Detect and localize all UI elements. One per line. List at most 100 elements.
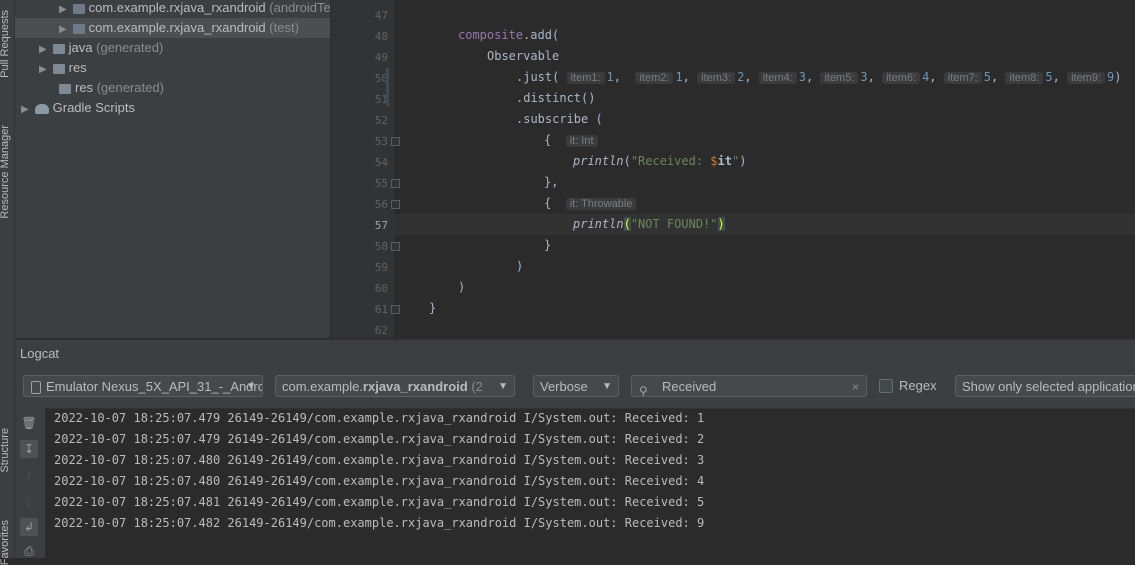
code-line-61: }	[429, 301, 437, 315]
favorites-tab[interactable]: Favorites	[0, 520, 11, 565]
fold-marker-icon[interactable]	[391, 137, 400, 146]
chevron-right-icon[interactable]: ▶	[59, 0, 69, 20]
package-folder-icon	[72, 23, 85, 34]
log-line: 2022-10-07 18:25:07.480 26149-26149/com.…	[54, 474, 705, 488]
fold-marker-icon[interactable]	[391, 179, 400, 188]
code-line-55: },	[544, 175, 559, 189]
tree-item-label: java	[68, 40, 93, 55]
package-folder-icon	[72, 3, 85, 14]
tree-item-suffix: (generated)	[96, 80, 164, 95]
log-level-select[interactable]: Verbose ▼	[533, 375, 619, 397]
structure-tab[interactable]: Structure	[0, 428, 11, 473]
print-icon[interactable]: ⎙	[20, 542, 38, 560]
scroll-to-end-icon[interactable]: ↧	[20, 440, 38, 458]
device-select[interactable]: Emulator Nexus_5X_API_31_-_Andro ▼	[23, 375, 263, 397]
line-number: 47	[374, 9, 388, 22]
code-line-49: Observable	[487, 49, 560, 63]
process-select[interactable]: com.example.rxjava_rxandroid (2 ▼	[275, 375, 515, 397]
logcat-toolbar: Emulator Nexus_5X_API_31_-_Andro ▼ com.e…	[15, 366, 1135, 409]
folder-icon	[52, 63, 65, 74]
left-tool-strip: Pull Requests Resource Manager Structure…	[0, 0, 15, 565]
filter-select-value: Show only selected application	[962, 379, 1135, 394]
code-line-57: println("NOT FOUND!")	[573, 217, 725, 231]
line-number: 50	[374, 72, 388, 85]
line-number: 62	[374, 324, 388, 337]
regex-checkbox[interactable]	[879, 379, 893, 393]
logcat-search-input[interactable]: ⚲ Received ×	[631, 375, 867, 397]
current-line-highlight	[394, 214, 1135, 235]
line-number: 52	[374, 114, 388, 127]
tree-item-suffix: (androidTest)	[269, 0, 330, 15]
phone-icon	[31, 381, 41, 394]
tree-item-res[interactable]: ▶ res	[39, 58, 87, 78]
chevron-right-icon[interactable]: ▶	[59, 20, 69, 40]
chevron-right-icon[interactable]: ▶	[39, 60, 49, 80]
code-editor[interactable]: 47 48 49 50 51 52 53 54 55 56 57 58 59 6…	[331, 0, 1135, 338]
search-value: Received	[662, 379, 717, 394]
process-prefix: com.example.	[282, 379, 363, 394]
chevron-down-icon: ▼	[246, 381, 256, 392]
line-number: 51	[374, 93, 388, 106]
tree-item-label: com.example.rxjava_rxandroid	[88, 20, 266, 35]
fold-marker-icon[interactable]	[391, 305, 400, 314]
logcat-side-toolbar: 🗑 ↧ ↑ ↓ ↲ ⎙	[15, 408, 45, 558]
regex-label: Regex	[899, 378, 937, 393]
chevron-right-icon[interactable]: ▶	[21, 100, 31, 120]
folder-icon	[59, 83, 71, 94]
chevron-down-icon: ▼	[498, 381, 508, 392]
tree-item-res-generated[interactable]: res (generated)	[49, 78, 164, 98]
up-arrow-icon[interactable]: ↑	[20, 466, 38, 484]
fold-marker-icon[interactable]	[391, 200, 400, 209]
change-marker	[386, 68, 389, 106]
logcat-panel: Logcat Emulator Nexus_5X_API_31_-_Andro …	[15, 339, 1135, 558]
received-string: "Received:	[630, 154, 711, 168]
log-line: 2022-10-07 18:25:07.482 26149-26149/com.…	[54, 516, 705, 530]
tree-item-label: res	[75, 80, 94, 95]
gradle-elephant-icon	[34, 103, 49, 114]
line-number: 56	[374, 198, 388, 211]
line-number-current: 57	[374, 219, 388, 232]
line-number: 53	[374, 135, 388, 148]
line-number: 58	[374, 240, 388, 253]
line-number: 60	[374, 282, 388, 295]
line-number: 55	[374, 177, 388, 190]
code-line-48: composite.add(	[458, 28, 560, 42]
tree-item-label: Gradle Scripts	[52, 100, 135, 115]
not-found-string: "NOT FOUND!"	[630, 217, 718, 231]
filter-select[interactable]: Show only selected application	[955, 375, 1135, 397]
line-number: 49	[374, 51, 388, 64]
param-hint: it: Throwable	[565, 198, 637, 210]
clear-search-icon[interactable]: ×	[852, 376, 859, 396]
pull-requests-tab[interactable]: Pull Requests	[0, 10, 11, 78]
log-line: 2022-10-07 18:25:07.479 26149-26149/com.…	[54, 411, 705, 425]
down-arrow-icon[interactable]: ↓	[20, 492, 38, 510]
line-number: 61	[374, 303, 388, 316]
pull-requests-label: Pull Requests	[0, 10, 11, 78]
fold-marker-icon[interactable]	[391, 242, 400, 251]
line-number: 54	[374, 156, 388, 169]
resource-manager-label: Resource Manager	[0, 125, 11, 219]
tree-item-test-package[interactable]: ▶ com.example.rxjava_rxandroid (test)	[15, 18, 330, 38]
resource-manager-tab[interactable]: Resource Manager	[0, 125, 11, 219]
tree-item-androidtest-package[interactable]: ▶ com.example.rxjava_rxandroid (androidT…	[59, 0, 330, 18]
code-line-51: .distinct()	[516, 91, 596, 105]
line-number: 59	[374, 261, 388, 274]
log-line: 2022-10-07 18:25:07.480 26149-26149/com.…	[54, 453, 705, 467]
tree-item-suffix: (generated)	[96, 40, 164, 55]
code-line-60: )	[458, 280, 466, 294]
tree-item-java-generated[interactable]: ▶ java (generated)	[39, 38, 163, 58]
soft-wrap-icon[interactable]: ↲	[20, 518, 38, 536]
logcat-header: Logcat	[15, 339, 1135, 367]
tree-item-label: com.example.rxjava_rxandroid	[88, 0, 266, 15]
chevron-right-icon[interactable]: ▶	[39, 40, 49, 60]
log-line: 2022-10-07 18:25:07.481 26149-26149/com.…	[54, 495, 705, 509]
code-line-56: { it: Throwable	[544, 193, 638, 214]
clear-log-trash-icon[interactable]: 🗑	[20, 414, 38, 432]
tree-item-gradle-scripts[interactable]: ▶ Gradle Scripts	[21, 98, 135, 118]
logcat-title: Logcat	[20, 346, 60, 361]
process-name: rxjava_rxandroid	[362, 379, 468, 394]
code-line-52: .subscribe (	[516, 112, 603, 126]
favorites-label: Favorites	[0, 520, 11, 565]
code-line-53: { it: Int	[544, 130, 600, 151]
device-select-value: Emulator Nexus_5X_API_31_-_Andro	[46, 379, 263, 394]
